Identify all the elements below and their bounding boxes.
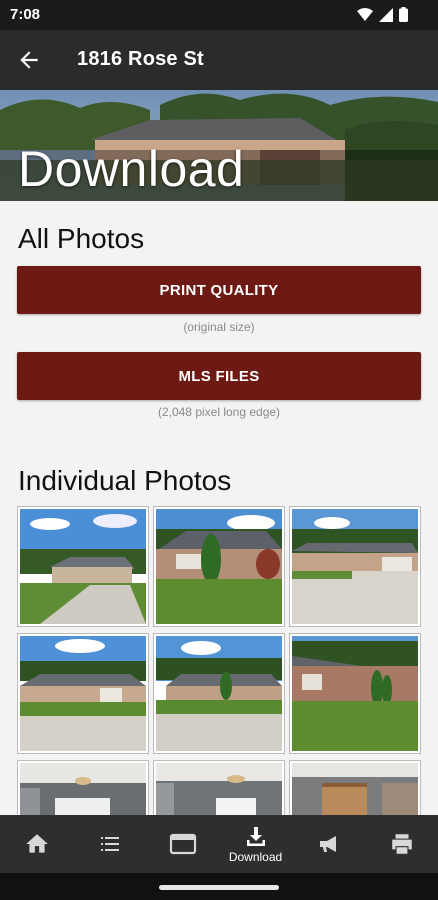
gesture-bar: [0, 873, 438, 900]
photo-thumbnail-6[interactable]: [289, 633, 421, 754]
home-indicator[interactable]: [159, 885, 279, 890]
photo-thumbnail-4[interactable]: [17, 633, 149, 754]
bottom-nav: Download: [0, 815, 438, 873]
page-title: 1816 Rose St: [77, 48, 204, 70]
photo-thumbnail-1[interactable]: [17, 506, 149, 627]
mls-files-note: (2,048 pixel long edge): [157, 405, 281, 419]
status-icons: [357, 7, 408, 22]
app-bar: 1816 Rose St: [0, 30, 438, 90]
signal-icon: [379, 7, 393, 22]
megaphone-icon: [319, 836, 336, 852]
nav-browser[interactable]: [146, 815, 219, 873]
status-time: 7:08: [10, 6, 41, 23]
photo-grid: [17, 506, 422, 815]
nav-list[interactable]: [73, 815, 146, 873]
status-bar: 7:08: [0, 0, 438, 30]
list-icon: [100, 837, 119, 851]
print-icon: [391, 834, 412, 854]
mls-files-button[interactable]: MLS FILES: [17, 352, 421, 400]
individual-photos-heading: Individual Photos: [18, 465, 232, 496]
all-photos-heading: All Photos: [18, 223, 145, 254]
nav-home[interactable]: [0, 815, 73, 873]
home-icon: [25, 834, 48, 853]
back-arrow-icon[interactable]: [16, 47, 42, 73]
hero-banner: Download: [0, 90, 438, 201]
download-icon: [246, 826, 265, 846]
nav-download[interactable]: Download: [219, 815, 292, 873]
photo-thumbnail-2[interactable]: [153, 506, 285, 627]
photo-thumbnail-7[interactable]: [17, 760, 149, 815]
nav-download-label: Download: [228, 849, 283, 864]
nav-promote[interactable]: [292, 815, 365, 873]
wifi-icon: [357, 7, 373, 21]
browser-icon: [169, 833, 196, 855]
photo-thumbnail-3[interactable]: [289, 506, 421, 627]
print-quality-note: (original size): [183, 320, 255, 334]
print-quality-button[interactable]: PRINT QUALITY: [17, 266, 421, 314]
photo-thumbnail-5[interactable]: [153, 633, 285, 754]
photo-thumbnail-9[interactable]: [289, 760, 421, 815]
hero-title: Download: [18, 141, 245, 197]
content-scroll[interactable]: All Photos PRINT QUALITY (original size)…: [0, 201, 438, 815]
photo-thumbnail-8[interactable]: [153, 760, 285, 815]
battery-icon: [399, 7, 408, 22]
nav-print[interactable]: [365, 815, 438, 873]
